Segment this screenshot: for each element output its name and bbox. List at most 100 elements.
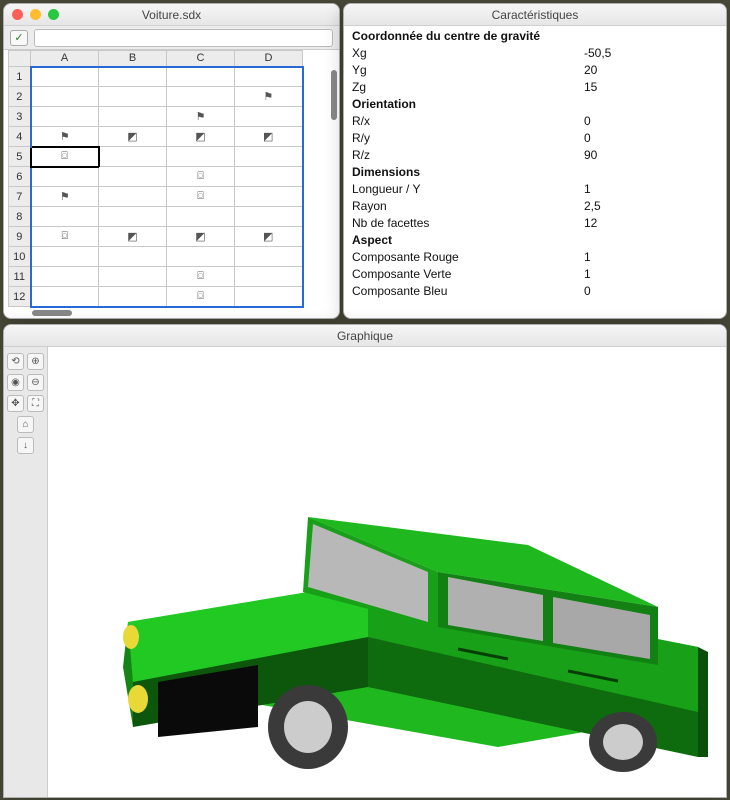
property-row[interactable]: Yg20 bbox=[344, 62, 726, 79]
cell-A1[interactable] bbox=[31, 67, 99, 87]
zoom-in-icon[interactable]: ⊕ bbox=[27, 353, 44, 370]
cell-A9[interactable]: ⌼ bbox=[31, 227, 99, 247]
titlebar[interactable]: Voiture.sdx bbox=[4, 4, 339, 26]
row-header-12[interactable]: 12 bbox=[9, 287, 31, 307]
property-value[interactable]: 1 bbox=[584, 266, 718, 283]
row-header-6[interactable]: 6 bbox=[9, 167, 31, 187]
row-header-4[interactable]: 4 bbox=[9, 127, 31, 147]
close-icon[interactable] bbox=[12, 9, 23, 20]
cell-D5[interactable] bbox=[235, 147, 303, 167]
formula-input[interactable] bbox=[34, 29, 333, 47]
property-value[interactable]: 1 bbox=[584, 249, 718, 266]
fit-tool-icon[interactable]: ⛶ bbox=[27, 395, 44, 412]
column-header-B[interactable]: B bbox=[99, 51, 167, 67]
cell-B11[interactable] bbox=[99, 267, 167, 287]
cell-C7[interactable]: ⌼ bbox=[167, 187, 235, 207]
row-header-7[interactable]: 7 bbox=[9, 187, 31, 207]
horizontal-scrollbar[interactable] bbox=[32, 310, 72, 316]
cell-C11[interactable]: ⌼ bbox=[167, 267, 235, 287]
property-value[interactable]: -50,5 bbox=[584, 45, 718, 62]
cell-D2[interactable]: ⚑ bbox=[235, 87, 303, 107]
cell-D6[interactable] bbox=[235, 167, 303, 187]
cell-C1[interactable] bbox=[167, 67, 235, 87]
cell-C3[interactable]: ⚑ bbox=[167, 107, 235, 127]
column-header-D[interactable]: D bbox=[235, 51, 303, 67]
cell-B3[interactable] bbox=[99, 107, 167, 127]
cell-D4[interactable]: ◩ bbox=[235, 127, 303, 147]
down-tool-icon[interactable]: ↓ bbox=[17, 437, 34, 454]
cell-A12[interactable] bbox=[31, 287, 99, 307]
row-header-5[interactable]: 5 bbox=[9, 147, 31, 167]
property-row[interactable]: R/z90 bbox=[344, 147, 726, 164]
row-header-10[interactable]: 10 bbox=[9, 247, 31, 267]
property-row[interactable]: R/y0 bbox=[344, 130, 726, 147]
cell-A10[interactable] bbox=[31, 247, 99, 267]
cell-C2[interactable] bbox=[167, 87, 235, 107]
vertical-scrollbar[interactable] bbox=[331, 70, 337, 120]
property-value[interactable]: 15 bbox=[584, 79, 718, 96]
orbit-tool-icon[interactable]: ◉ bbox=[7, 374, 24, 391]
property-value[interactable]: 20 bbox=[584, 62, 718, 79]
cell-A7[interactable]: ⚑ bbox=[31, 187, 99, 207]
property-value[interactable]: 0 bbox=[584, 113, 718, 130]
property-row[interactable]: Rayon2,5 bbox=[344, 198, 726, 215]
property-value[interactable]: 1 bbox=[584, 181, 718, 198]
cell-D3[interactable] bbox=[235, 107, 303, 127]
column-header-A[interactable]: A bbox=[31, 51, 99, 67]
home-tool-icon[interactable]: ⌂ bbox=[17, 416, 34, 433]
row-header-2[interactable]: 2 bbox=[9, 87, 31, 107]
property-value[interactable]: 12 bbox=[584, 215, 718, 232]
cell-B4[interactable]: ◩ bbox=[99, 127, 167, 147]
zoom-out-icon[interactable]: ⊖ bbox=[27, 374, 44, 391]
cell-A3[interactable] bbox=[31, 107, 99, 127]
graphics-viewport[interactable] bbox=[48, 347, 726, 797]
property-row[interactable]: Xg-50,5 bbox=[344, 45, 726, 62]
cell-D7[interactable] bbox=[235, 187, 303, 207]
cell-B6[interactable] bbox=[99, 167, 167, 187]
cell-A8[interactable] bbox=[31, 207, 99, 227]
cell-C10[interactable] bbox=[167, 247, 235, 267]
column-header-C[interactable]: C bbox=[167, 51, 235, 67]
cell-B1[interactable] bbox=[99, 67, 167, 87]
cell-A5[interactable]: ⌼ bbox=[31, 147, 99, 167]
spreadsheet-grid[interactable]: ABCD12⚑3⚑4⚑◩◩◩5⌼6⌼7⚑⌼89⌼◩◩◩1011⌼12⌼ bbox=[4, 50, 339, 318]
cell-A2[interactable] bbox=[31, 87, 99, 107]
property-row[interactable]: R/x0 bbox=[344, 113, 726, 130]
property-row[interactable]: Zg15 bbox=[344, 79, 726, 96]
cell-B7[interactable] bbox=[99, 187, 167, 207]
row-header-1[interactable]: 1 bbox=[9, 67, 31, 87]
property-row[interactable]: Nb de facettes12 bbox=[344, 215, 726, 232]
cell-C5[interactable] bbox=[167, 147, 235, 167]
cell-D1[interactable] bbox=[235, 67, 303, 87]
property-row[interactable]: Composante Verte1 bbox=[344, 266, 726, 283]
cell-B5[interactable] bbox=[99, 147, 167, 167]
rotate-tool-icon[interactable]: ⟲ bbox=[7, 353, 24, 370]
cell-B12[interactable] bbox=[99, 287, 167, 307]
minimize-icon[interactable] bbox=[30, 9, 41, 20]
property-row[interactable]: Longueur / Y1 bbox=[344, 181, 726, 198]
property-row[interactable]: Composante Rouge1 bbox=[344, 249, 726, 266]
property-value[interactable]: 2,5 bbox=[584, 198, 718, 215]
titlebar[interactable]: Graphique bbox=[4, 325, 726, 347]
confirm-button[interactable]: ✓ bbox=[10, 30, 28, 46]
cell-C12[interactable]: ⌼ bbox=[167, 287, 235, 307]
cell-A4[interactable]: ⚑ bbox=[31, 127, 99, 147]
cell-B9[interactable]: ◩ bbox=[99, 227, 167, 247]
cell-C4[interactable]: ◩ bbox=[167, 127, 235, 147]
property-value[interactable]: 0 bbox=[584, 130, 718, 147]
row-header-8[interactable]: 8 bbox=[9, 207, 31, 227]
cell-C9[interactable]: ◩ bbox=[167, 227, 235, 247]
cell-A11[interactable] bbox=[31, 267, 99, 287]
cell-D11[interactable] bbox=[235, 267, 303, 287]
row-header-11[interactable]: 11 bbox=[9, 267, 31, 287]
row-header-3[interactable]: 3 bbox=[9, 107, 31, 127]
property-value[interactable]: 90 bbox=[584, 147, 718, 164]
cell-D8[interactable] bbox=[235, 207, 303, 227]
row-header-9[interactable]: 9 bbox=[9, 227, 31, 247]
cell-B10[interactable] bbox=[99, 247, 167, 267]
maximize-icon[interactable] bbox=[48, 9, 59, 20]
cell-A6[interactable] bbox=[31, 167, 99, 187]
cell-C6[interactable]: ⌼ bbox=[167, 167, 235, 187]
cell-C8[interactable] bbox=[167, 207, 235, 227]
property-row[interactable]: Composante Bleu0 bbox=[344, 283, 726, 300]
